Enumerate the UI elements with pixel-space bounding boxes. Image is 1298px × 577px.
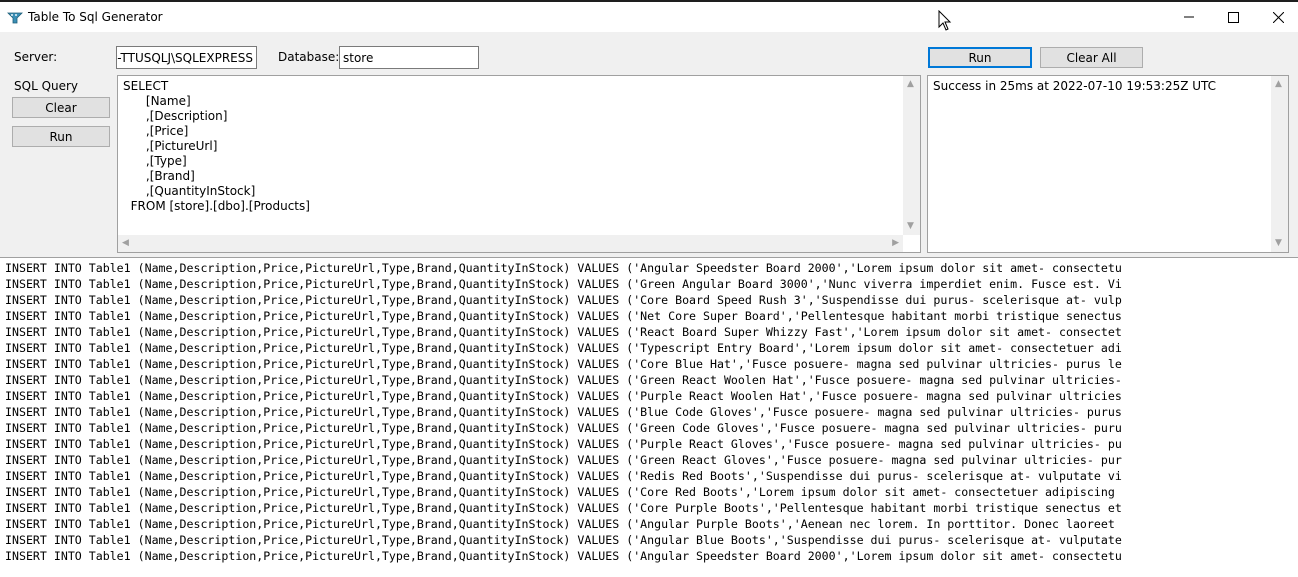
output-line: INSERT INTO Table1 (Name,Description,Pri… [5,421,1122,435]
output-line: INSERT INTO Table1 (Name,Description,Pri… [5,293,1122,307]
result-message-text: Success in 25ms at 2022-07-10 19:53:25Z … [933,79,1217,93]
mouse-pointer-icon [938,10,952,31]
run-query-button[interactable]: Run [12,126,110,147]
output-line: INSERT INTO Table1 (Name,Description,Pri… [5,309,1122,323]
query-vertical-scrollbar[interactable]: ▲ ▼ [903,76,920,235]
output-line: INSERT INTO Table1 (Name,Description,Pri… [5,549,1122,563]
app-funnel-icon [7,12,23,24]
output-line: INSERT INTO Table1 (Name,Description,Pri… [5,437,1122,451]
scroll-up-icon[interactable]: ▲ [907,80,914,89]
scroll-down-icon[interactable]: ▼ [1275,239,1282,248]
clear-query-button-label: Clear [45,100,77,115]
output-line: INSERT INTO Table1 (Name,Description,Pri… [5,373,1122,387]
server-label: Server: [14,50,58,64]
close-icon [1272,11,1284,23]
database-input[interactable]: store [339,46,479,69]
maximize-button[interactable] [1210,2,1256,32]
result-vertical-scrollbar[interactable]: ▲ ▼ [1271,76,1288,252]
run-button-top[interactable]: Run [928,47,1032,68]
output-line: INSERT INTO Table1 (Name,Description,Pri… [5,341,1122,355]
sql-output-text-area[interactable]: INSERT INTO Table1 (Name,Description,Pri… [0,257,1298,577]
sql-query-editor[interactable]: SELECT [Name] ,[Description] ,[Price] ,[… [117,75,921,253]
database-label: Database: [278,50,340,64]
query-horizontal-scrollbar[interactable]: ◀ ▶ [118,235,903,252]
output-line: INSERT INTO Table1 (Name,Description,Pri… [5,325,1122,339]
output-line: INSERT INTO Table1 (Name,Description,Pri… [5,469,1122,483]
output-line: INSERT INTO Table1 (Name,Description,Pri… [5,501,1122,515]
server-input[interactable]: DP-TTUSQLJ\SQLEXPRESS [116,46,257,69]
output-line: INSERT INTO Table1 (Name,Description,Pri… [5,261,1122,275]
sql-query-text: SELECT [Name] ,[Description] ,[Price] ,[… [123,79,310,213]
output-line: INSERT INTO Table1 (Name,Description,Pri… [5,277,1122,291]
output-line: INSERT INTO Table1 (Name,Description,Pri… [5,485,1115,499]
run-button-top-label: Run [968,50,992,65]
sql-query-label: SQL Query [14,79,79,93]
result-message-box[interactable]: Success in 25ms at 2022-07-10 19:53:25Z … [927,75,1289,253]
minimize-icon [1184,16,1194,18]
output-line: INSERT INTO Table1 (Name,Description,Pri… [5,517,1115,531]
window-title: Table To Sql Generator [28,10,163,24]
scroll-up-icon[interactable]: ▲ [1275,80,1282,89]
database-input-value: store [343,51,374,65]
clear-all-button-label: Clear All [1066,50,1117,65]
output-line: INSERT INTO Table1 (Name,Description,Pri… [5,453,1122,467]
scroll-left-icon[interactable]: ◀ [122,239,129,248]
minimize-button[interactable] [1166,2,1212,32]
maximize-icon [1227,11,1239,23]
server-input-value: DP-TTUSQLJ\SQLEXPRESS [116,51,253,65]
clear-query-button[interactable]: Clear [12,97,110,118]
scroll-down-icon[interactable]: ▼ [907,222,914,231]
output-line: INSERT INTO Table1 (Name,Description,Pri… [5,533,1122,547]
clear-all-button[interactable]: Clear All [1040,47,1143,68]
output-line: INSERT INTO Table1 (Name,Description,Pri… [5,357,1122,371]
output-line: INSERT INTO Table1 (Name,Description,Pri… [5,389,1122,403]
title-bar[interactable]: Table To Sql Generator [0,2,1298,32]
close-button[interactable] [1255,2,1298,32]
scroll-right-icon[interactable]: ▶ [892,239,899,248]
output-line: INSERT INTO Table1 (Name,Description,Pri… [5,405,1122,419]
run-query-button-label: Run [49,129,73,144]
